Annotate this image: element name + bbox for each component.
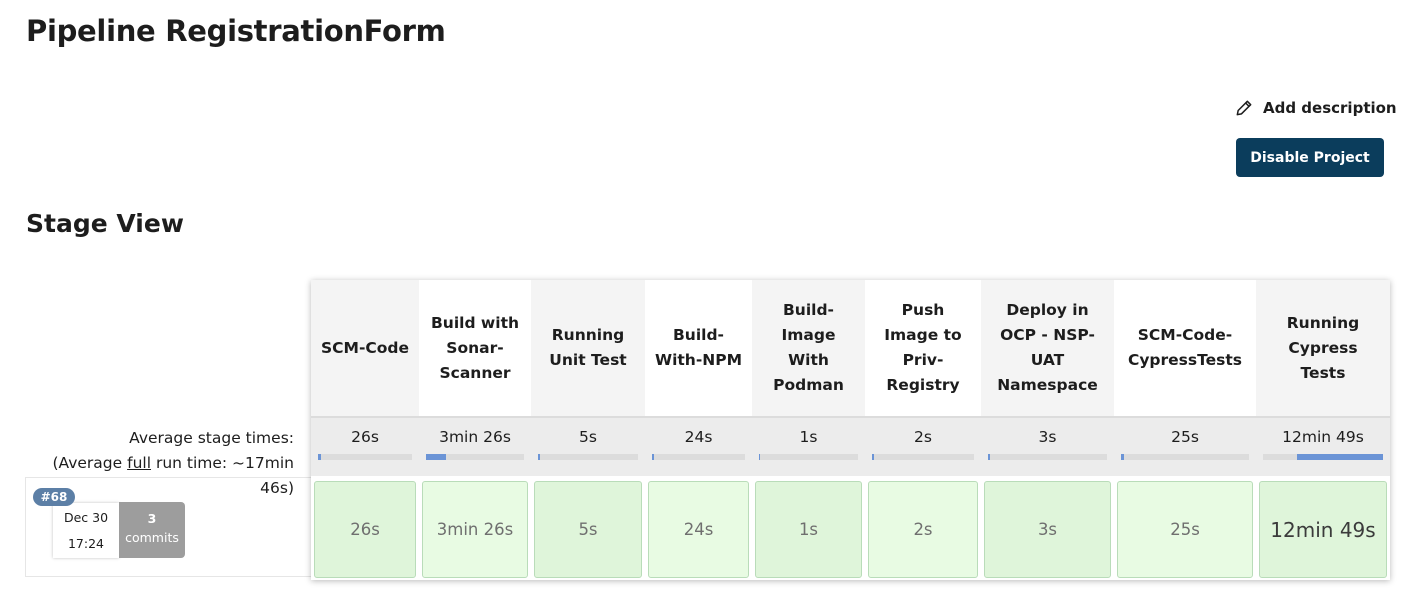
stage-name: Running Unit Test xyxy=(549,326,627,369)
average-stage-times-text: Average stage times: xyxy=(129,429,294,447)
stage-average-time: 3min 26s xyxy=(439,428,511,446)
stage-result-cell[interactable]: 24s xyxy=(648,481,749,578)
stage-column: Build-With-NPM 24s 24s xyxy=(645,280,752,580)
stage-result-cell[interactable]: 2s xyxy=(868,481,978,578)
stage-average-bar-fill xyxy=(872,454,874,460)
stage-average-time: 12min 49s xyxy=(1282,428,1364,446)
stage-average-bar xyxy=(318,454,412,460)
stage-average-bar xyxy=(759,454,858,460)
stage-name: SCM-Code-CypressTests xyxy=(1127,326,1243,369)
stage-duration: 2s xyxy=(913,520,933,539)
stage-average: 3s xyxy=(981,416,1114,476)
stage-average-bar-fill xyxy=(1296,454,1383,460)
stage-column: Push Image to Priv-Registry 2s 2s xyxy=(865,280,981,580)
page-title: Pipeline RegistrationForm xyxy=(26,14,446,48)
stage-header: SCM-Code-CypressTests xyxy=(1114,280,1256,416)
stage-average-bar xyxy=(872,454,974,460)
stage-header: Build with Sonar-Scanner xyxy=(419,280,531,416)
build-number-badge[interactable]: #68 xyxy=(33,488,75,506)
stage-header: Deploy in OCP - NSP-UAT Namespace xyxy=(981,280,1114,416)
stage-average: 5s xyxy=(531,416,645,476)
stage-result-cell[interactable]: 3s xyxy=(984,481,1111,578)
stage-header: Running Unit Test xyxy=(531,280,645,416)
stage-average-time: 24s xyxy=(684,428,713,446)
stage-average-bar-fill xyxy=(318,454,321,460)
stage-duration: 3min 26s xyxy=(436,520,514,539)
stage-average: 2s xyxy=(865,416,981,476)
stage-duration: 12min 49s xyxy=(1270,517,1376,542)
build-time: 17:24 xyxy=(67,536,105,551)
stage-result-cell[interactable]: 5s xyxy=(534,481,642,578)
stage-duration: 3s xyxy=(1037,520,1058,539)
stage-name: SCM-Code xyxy=(320,338,410,357)
full-run-link[interactable]: full xyxy=(127,454,151,472)
stage-average-bar-fill xyxy=(759,454,761,460)
stage-average-time: 2s xyxy=(914,428,932,446)
stage-average: 3min 26s xyxy=(419,416,531,476)
stage-column: Build-Image With Podman 1s 1s xyxy=(752,280,865,580)
stage-name: Push Image to Priv-Registry xyxy=(884,301,962,394)
stage-average-bar xyxy=(1121,454,1249,460)
stage-duration: 1s xyxy=(798,520,819,539)
stage-duration: 24s xyxy=(683,520,714,539)
stage-average-bar-fill xyxy=(1121,454,1124,460)
stage-duration: 25s xyxy=(1170,520,1200,539)
stage-average: 1s xyxy=(752,416,865,476)
stage-column: Running Unit Test 5s 5s xyxy=(531,280,645,580)
stage-view-title: Stage View xyxy=(26,209,184,238)
stage-duration: 5s xyxy=(578,520,598,539)
stage-average-time: 25s xyxy=(1171,428,1199,446)
stage-table: SCM-Code 26s 26s Build with Sonar-Scanner 3m… xyxy=(311,280,1390,580)
stage-header: Running Cypress Tests xyxy=(1256,280,1390,416)
stage-average-time: 1s xyxy=(799,428,818,446)
stage-average-bar xyxy=(988,454,1107,460)
build-date: Dec 30 xyxy=(63,510,109,525)
add-description-label: Add description xyxy=(1263,99,1397,117)
stage-result-cell[interactable]: 12min 49s xyxy=(1259,481,1387,578)
pencil-icon xyxy=(1236,100,1252,116)
stage-average-bar xyxy=(538,454,638,460)
build-date-box[interactable]: Dec 30 17:24 xyxy=(53,503,119,558)
stage-average-bar-fill xyxy=(988,454,990,460)
stage-name: Build-Image With Podman xyxy=(773,301,844,394)
stage-average-bar xyxy=(426,454,524,460)
stage-result-cell[interactable]: 25s xyxy=(1117,481,1253,578)
commits-button[interactable]: 3 commits xyxy=(119,502,185,558)
stage-name: Deploy in OCP - NSP-UAT Namespace xyxy=(997,301,1098,394)
stage-name: Build-With-NPM xyxy=(654,326,743,369)
stage-average-bar xyxy=(1263,454,1383,460)
stage-average-time: 5s xyxy=(579,428,597,446)
stage-average: 25s xyxy=(1114,416,1256,476)
stage-result-cell[interactable]: 1s xyxy=(755,481,862,578)
stage-column: SCM-Code 26s 26s xyxy=(311,280,419,580)
commits-label: commits xyxy=(125,530,179,545)
stage-average: 12min 49s xyxy=(1256,416,1390,476)
add-description-link[interactable]: Add description xyxy=(1234,98,1397,118)
stage-average-time: 26s xyxy=(351,428,379,446)
stage-column: Deploy in OCP - NSP-UAT Namespace 3s 3s xyxy=(981,280,1114,580)
stage-column: Build with Sonar-Scanner 3min 26s 3min 26s xyxy=(419,280,531,580)
stage-header: Build-Image With Podman xyxy=(752,280,865,416)
stage-header: SCM-Code xyxy=(311,280,419,416)
disable-project-button[interactable]: Disable Project xyxy=(1236,138,1384,177)
stage-result-cell[interactable]: 26s xyxy=(314,481,416,578)
stage-average: 24s xyxy=(645,416,752,476)
stage-header: Push Image to Priv-Registry xyxy=(865,280,981,416)
stage-average-bar xyxy=(652,454,745,460)
stage-header: Build-With-NPM xyxy=(645,280,752,416)
stage-name: Running Cypress Tests xyxy=(1286,313,1360,382)
stage-average: 26s xyxy=(311,416,419,476)
stage-duration: 26s xyxy=(350,520,380,539)
stage-column: Running Cypress Tests 12min 49s 12min 49s xyxy=(1256,280,1390,580)
stage-average-bar-fill xyxy=(426,454,446,460)
stage-result-cell[interactable]: 3min 26s xyxy=(422,481,528,578)
stage-average-bar-fill xyxy=(652,454,654,460)
stage-average-bar-fill xyxy=(538,454,540,460)
commits-count: 3 xyxy=(147,511,157,526)
stage-average-time: 3s xyxy=(1038,428,1057,446)
stage-column: SCM-Code-CypressTests 25s 25s xyxy=(1114,280,1256,580)
stage-name: Build with Sonar-Scanner xyxy=(430,313,520,382)
